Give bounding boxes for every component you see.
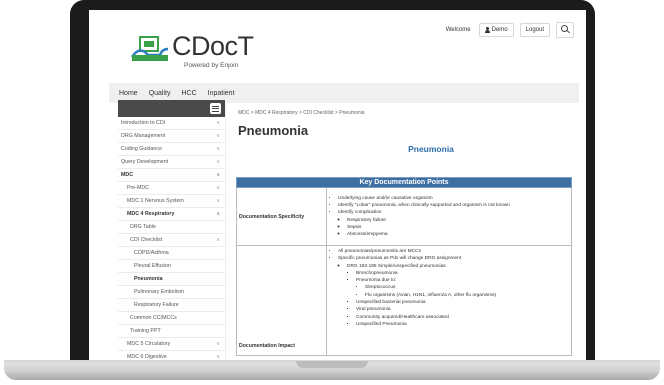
chevron-down-icon: ∨ xyxy=(216,159,220,165)
sidebar-item-label: COPD/Asthma xyxy=(134,250,169,256)
chevron-down-icon: ∨ xyxy=(216,146,220,152)
browser-screen: Welcome Demo Logout CDocT Powered by Enj… xyxy=(89,10,586,362)
user-button[interactable]: Demo xyxy=(478,23,514,37)
cdoct-logo[interactable]: CDocT Powered by Enjoin xyxy=(130,29,270,77)
welcome-text: Welcome xyxy=(445,27,471,33)
row-details: All pneumonias/pneumonitis are MCCs Spec… xyxy=(326,245,572,356)
section-title: Pneumonia xyxy=(408,144,454,154)
list-item: Abscess/empyema xyxy=(347,231,569,238)
list-item: Identify complication Respiratory failur… xyxy=(338,209,569,238)
sidebar-item-pulmonary-embolism[interactable]: Pulmonary Embolism xyxy=(118,286,225,299)
row-label: Documentation Impact xyxy=(236,245,327,356)
sidebar-item-common-cc-mccs[interactable]: Common CC/MCCs xyxy=(118,312,225,325)
chevron-down-icon: ∨ xyxy=(216,198,220,204)
logo-name: CDocT xyxy=(172,31,254,61)
table-row: Documentation Impact All pneumonias/pneu… xyxy=(236,245,572,356)
sidebar-list: Introduction to CDI ∨ DRG Management ∨ Codin… xyxy=(118,117,225,362)
sidebar-item-pneumonia[interactable]: Pneumonia xyxy=(118,273,225,286)
search-button[interactable] xyxy=(556,22,574,38)
top-nav: Welcome Demo Logout xyxy=(446,22,574,38)
chevron-down-icon: ∨ xyxy=(216,120,220,126)
chevron-up-icon: ∧ xyxy=(216,172,220,178)
list-item: All pneumonias/pneumonitis are MCCs xyxy=(338,248,569,255)
list-item: Identify "Lobar" pneumonia, when clinica… xyxy=(338,202,569,209)
sidebar-item-label: MDC xyxy=(121,172,134,178)
sidebar-item-label: Pulmonary Embolism xyxy=(134,289,185,295)
table-header: Key Documentation Points xyxy=(236,177,572,188)
logo-tagline: Powered by Enjoin xyxy=(184,62,239,69)
sidebar-item-mdc-5-circulatory[interactable]: MDC 5 Circulatory ∨ xyxy=(118,338,225,351)
key-documentation-table: Key Documentation Points Documentation S… xyxy=(236,177,572,356)
chevron-down-icon: ∨ xyxy=(216,133,220,139)
sidebar-item-label: Training PPT xyxy=(130,328,161,334)
chevron-down-icon: ∨ xyxy=(216,341,220,347)
nav-inpatient[interactable]: Inpatient xyxy=(208,90,235,97)
sidebar-item-mdc-1-nervous-system[interactable]: MDC 1 Nervous System ∨ xyxy=(118,195,225,208)
list-item: Sepsis xyxy=(347,224,569,231)
row-label: Documentation Specificity xyxy=(236,187,327,246)
nav-quality[interactable]: Quality xyxy=(149,90,171,97)
nav-hcc[interactable]: HCC xyxy=(181,90,196,97)
search-icon xyxy=(559,24,571,36)
breadcrumb: MDC > MDC 4 Respiratory > CDI Checklist … xyxy=(238,110,365,116)
user-name: Demo xyxy=(491,27,508,33)
sidebar-item-introduction-to-cdi[interactable]: Introduction to CDI ∨ xyxy=(118,117,225,130)
table-row: Documentation Specificity Underlying cau… xyxy=(236,187,572,246)
logout-button[interactable]: Logout xyxy=(519,23,550,37)
sidebar-item-label: DRG Table xyxy=(130,224,156,230)
row-details: Underlying cause and/or causative organi… xyxy=(326,187,572,246)
main-content: MDC > MDC 4 Respiratory > CDI Checklist … xyxy=(236,110,574,356)
chevron-up-icon: ∧ xyxy=(216,237,220,243)
list-item: Underlying cause and/or causative organi… xyxy=(338,195,569,202)
sidebar-item-cdi-checklist[interactable]: CDI Checklist ∧ xyxy=(118,234,225,247)
list-item: DRG 193-195 Simple/unspecified pneumonia… xyxy=(347,263,569,329)
sidebar-item-label: Query Development xyxy=(121,159,169,165)
list-item: Viral pneumonia xyxy=(356,306,569,313)
sidebar-item-copd-asthma[interactable]: COPD/Asthma xyxy=(118,247,225,260)
sidebar-item-label: MDC 4 Respiratory xyxy=(127,211,175,217)
sidebar-item-pre-mdc[interactable]: Pre-MDC ∨ xyxy=(118,182,225,195)
list-item: Unspecified Pneumonia xyxy=(356,321,569,328)
sidebar-item-label: MDC 1 Nervous System xyxy=(127,198,184,204)
logo-mark-icon xyxy=(130,36,169,61)
sidebar-item-label: Pleural Effusion xyxy=(134,263,172,269)
sidebar-item-label: DRG Management xyxy=(121,133,166,139)
sidebar-item-training-ppt[interactable]: Training PPT xyxy=(118,325,225,338)
sidebar-item-mdc-4-respiratory[interactable]: MDC 4 Respiratory ∧ xyxy=(118,208,225,221)
sidebar-header xyxy=(118,100,225,117)
sidebar-item-query-development[interactable]: Query Development ∨ xyxy=(118,156,225,169)
laptop-frame: Welcome Demo Logout CDocT Powered by Enj… xyxy=(0,0,664,385)
list-item: Pneumonia due to: Streptococcus Flu orga… xyxy=(356,277,569,299)
sidebar-item-label: Introduction to CDI xyxy=(121,120,166,126)
list-item: Respiratory failure xyxy=(347,217,569,224)
sidebar: Introduction to CDI ∨ DRG Management ∨ Codin… xyxy=(118,100,226,362)
sidebar-item-drg-management[interactable]: DRG Management ∨ xyxy=(118,130,225,143)
nav-home[interactable]: Home xyxy=(119,90,138,97)
list-item: Flu organisms (Avian, H1N1, influenza A,… xyxy=(365,292,569,299)
sidebar-item-label: CDI Checklist xyxy=(130,237,163,243)
sidebar-item-label: Respiratory Failure xyxy=(134,302,179,308)
list-item: Community acquired/Healthcare associated xyxy=(356,314,569,321)
menu-toggle-button[interactable] xyxy=(210,103,221,114)
sidebar-item-label: Coding Guidance xyxy=(121,146,162,152)
laptop-notch xyxy=(296,361,368,368)
sidebar-item-label: MDC 5 Circulatory xyxy=(127,341,171,347)
sidebar-item-drg-table[interactable]: DRG Table xyxy=(118,221,225,234)
list-item: Streptococcus xyxy=(365,284,569,291)
list-item: Bronchopneumonia xyxy=(356,270,569,277)
list-item: Unspecified bacterial pneumonia xyxy=(356,299,569,306)
user-icon xyxy=(484,27,490,33)
chevron-up-icon: ∧ xyxy=(216,211,220,217)
sidebar-item-label: Common CC/MCCs xyxy=(130,315,177,321)
sidebar-item-label: Pneumonia xyxy=(134,276,163,282)
sidebar-item-pleural-effusion[interactable]: Pleural Effusion xyxy=(118,260,225,273)
page-title: Pneumonia xyxy=(238,123,309,138)
sidebar-item-label: Pre-MDC xyxy=(127,185,150,191)
chevron-down-icon: ∨ xyxy=(216,185,220,191)
sidebar-item-mdc[interactable]: MDC ∧ xyxy=(118,169,225,182)
sidebar-item-coding-guidance[interactable]: Coding Guidance ∨ xyxy=(118,143,225,156)
sidebar-item-respiratory-failure[interactable]: Respiratory Failure xyxy=(118,299,225,312)
list-item: Specific pneumonias as Pdx will change D… xyxy=(338,255,569,328)
